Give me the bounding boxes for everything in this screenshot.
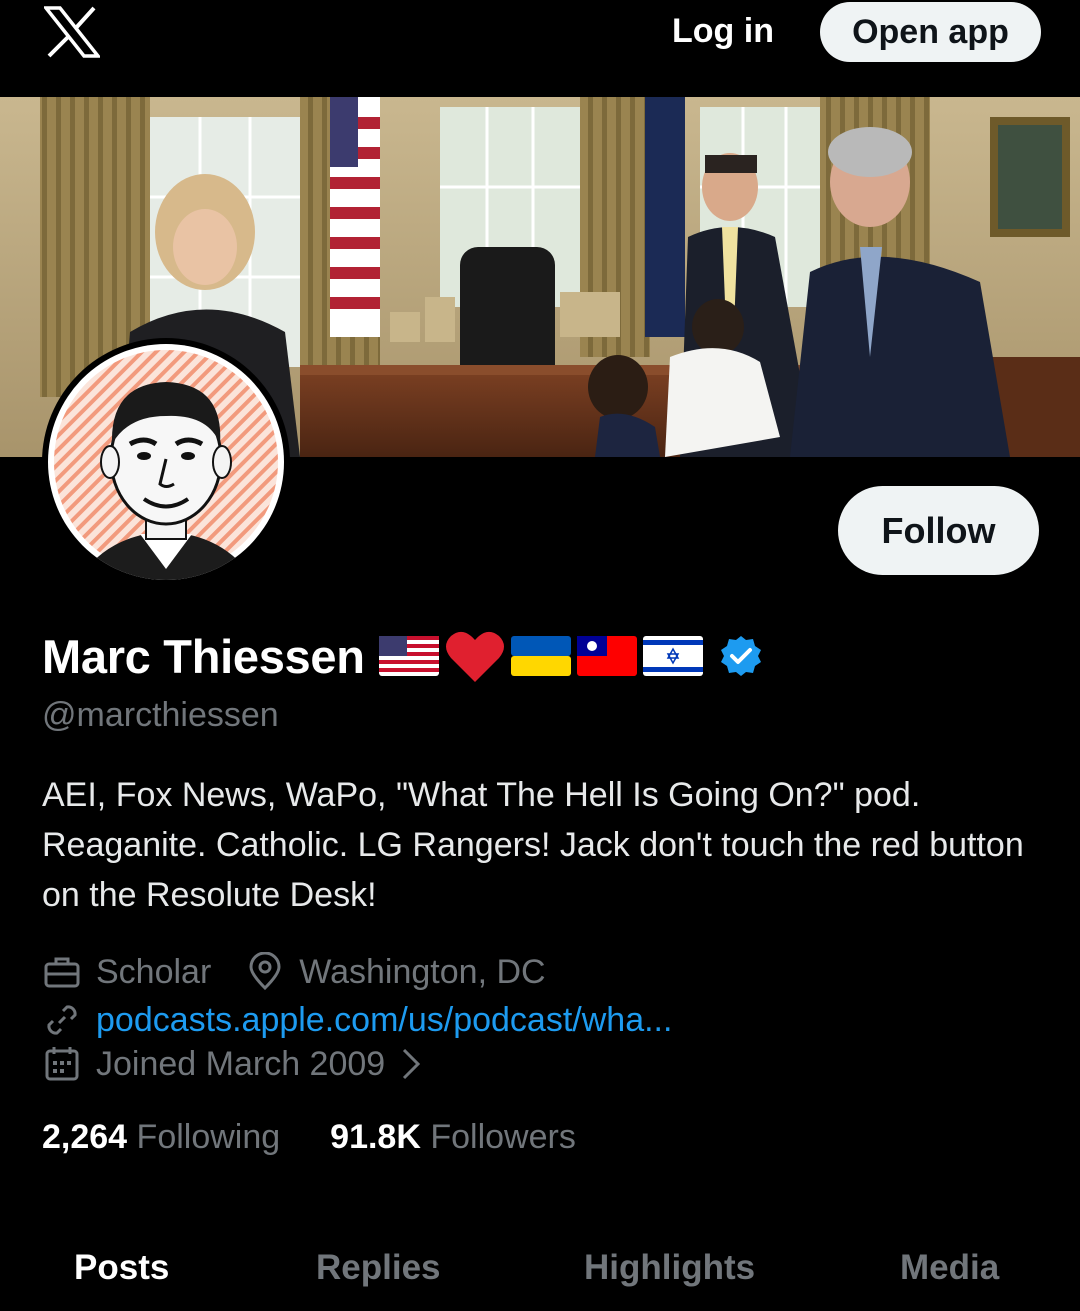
profile-meta-row-3: Joined March 2009 (42, 1044, 423, 1084)
joined-date[interactable]: Joined March 2009 (96, 1045, 385, 1084)
ukraine-flag-icon (510, 636, 571, 676)
red-heart-icon (445, 631, 504, 682)
profile-name-row: Marc Thiessen (42, 624, 763, 688)
tab-media[interactable]: Media (900, 1248, 999, 1288)
follow-button[interactable]: Follow (838, 486, 1039, 575)
website-link[interactable]: podcasts.apple.com/us/podcast/wha... (96, 1001, 672, 1040)
followers-label: Followers (430, 1118, 576, 1156)
location-label: Washington, DC (299, 952, 546, 991)
briefcase-icon (44, 957, 80, 988)
open-app-button[interactable]: Open app (820, 2, 1041, 62)
profile-handle: @marcthiessen (42, 696, 279, 734)
profile-meta-row-2: podcasts.apple.com/us/podcast/wha... (42, 1000, 672, 1040)
link-icon (47, 1005, 77, 1035)
location-pin-icon (249, 952, 281, 991)
profile-meta-row-1: Scholar Washington, DC (42, 952, 546, 992)
followers-stat[interactable]: 91.8K Followers (330, 1118, 576, 1157)
following-stat[interactable]: 2,264 Following (42, 1118, 280, 1157)
followers-count: 91.8K (330, 1118, 421, 1156)
chevron-right-icon[interactable] (399, 1046, 423, 1082)
following-count: 2,264 (42, 1118, 128, 1156)
following-label: Following (136, 1118, 281, 1156)
tab-posts[interactable]: Posts (74, 1248, 169, 1288)
profession-label: Scholar (96, 952, 212, 991)
x-logo-icon[interactable] (44, 6, 100, 58)
name-emoji-group (378, 628, 763, 684)
log-in-link[interactable]: Log in (672, 12, 774, 51)
calendar-icon (45, 1047, 79, 1081)
taiwan-flag-icon (576, 636, 637, 676)
follow-stats: 2,264 Following 91.8K Followers (42, 1118, 576, 1157)
top-bar: Log in Open app (0, 0, 1080, 97)
profile-name: Marc Thiessen (42, 629, 365, 683)
avatar[interactable] (48, 344, 284, 580)
profile-bio: AEI, Fox News, WaPo, "What The Hell Is G… (42, 776, 1024, 914)
verified-badge-icon[interactable] (719, 634, 763, 678)
profile-tabs: Posts Replies Highlights Media (0, 1240, 1080, 1300)
tab-highlights[interactable]: Highlights (584, 1248, 755, 1288)
israel-flag-icon (642, 636, 703, 676)
tab-replies[interactable]: Replies (316, 1248, 441, 1288)
us-flag-icon (378, 636, 439, 676)
